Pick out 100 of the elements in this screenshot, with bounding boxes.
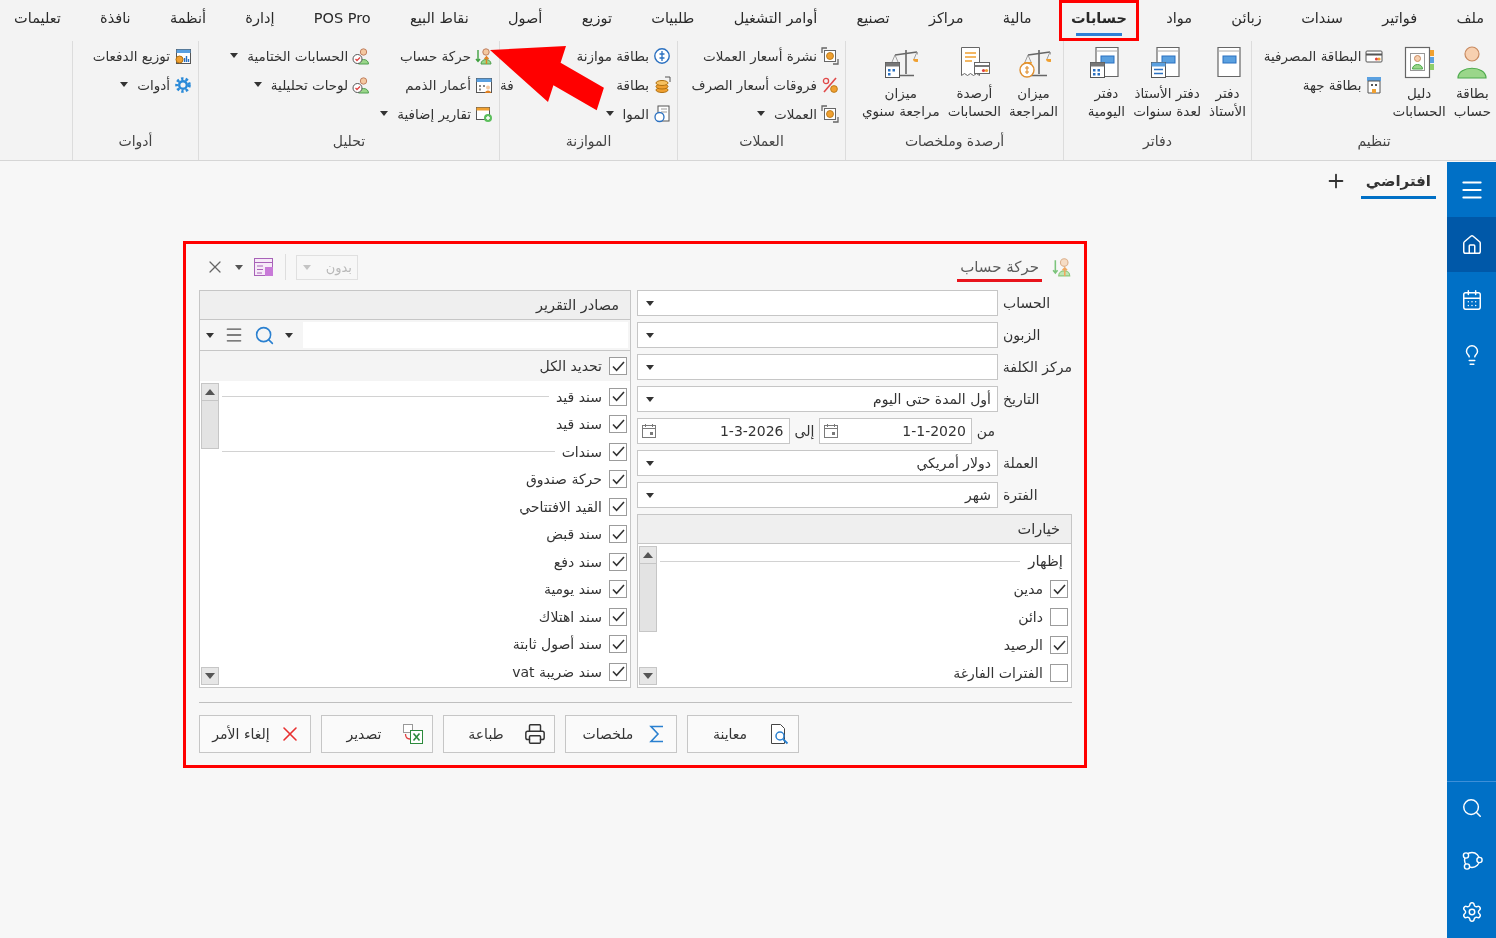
checkbox[interactable] — [609, 552, 627, 571]
ribbon-item[interactable]: فروقات أسعار الصرف — [688, 71, 842, 98]
ribbon-item[interactable]: توزيع الدفعات — [89, 42, 195, 69]
checkbox[interactable] — [1050, 664, 1068, 682]
ribbon-tab[interactable]: أنظمة — [157, 0, 219, 41]
ribbon-item[interactable]: بطاقة موازنة — [573, 42, 674, 69]
dropdown-field[interactable]: دولار أمريكي — [637, 450, 998, 476]
scrollbar[interactable] — [638, 544, 658, 687]
calendar-icon[interactable] — [641, 423, 657, 439]
gear-icon — [174, 75, 192, 94]
ribbon-tab[interactable]: سندات — [1289, 0, 1355, 41]
ribbon-tab[interactable]: نقاط البيع — [398, 0, 481, 41]
up-triangle-icon — [205, 389, 215, 395]
checkbox[interactable] — [609, 607, 627, 626]
doc-tab[interactable]: افتراضي — [1360, 163, 1436, 199]
scroll-up-button[interactable] — [201, 383, 219, 401]
text-fragment: فة — [500, 76, 514, 93]
tick-icon — [611, 556, 625, 568]
scroll-up-button[interactable] — [639, 546, 657, 564]
date-field[interactable]: 1-3-2026 — [637, 418, 790, 444]
scroll-down-button[interactable] — [201, 667, 219, 685]
calendar-icon[interactable] — [823, 423, 840, 439]
ribbon-tab[interactable]: تعليمات — [2, 0, 73, 41]
ribbon-button[interactable]: دفتر الأستاذ لعدة سنوات — [1131, 41, 1204, 130]
ribbon-item[interactable]: العملات — [754, 100, 842, 127]
checkbox[interactable] — [609, 525, 627, 544]
caret-icon[interactable] — [206, 332, 214, 338]
checkbox[interactable] — [609, 635, 627, 654]
document-icon[interactable] — [253, 256, 275, 278]
scroll-thumb[interactable] — [639, 564, 657, 632]
checkbox-label: سند يومية — [543, 581, 602, 598]
checkbox[interactable] — [609, 662, 627, 681]
ribbon-button[interactable]: دفتر اليومية — [1085, 41, 1128, 130]
ribbon-item[interactable]: الحسابات الختامية — [227, 42, 374, 69]
checkbox[interactable] — [609, 470, 627, 489]
ribbon-tab[interactable]: تصنيع — [844, 0, 902, 41]
ribbon-item[interactable]: حركة حساب — [397, 42, 496, 69]
ribbon-tab[interactable]: POS Pro — [301, 0, 383, 41]
ribbon-item[interactable]: لوحات تحليلية — [250, 71, 374, 98]
action-button[interactable]: إلغاء الأمر — [199, 715, 311, 753]
ribbon-item[interactable]: بطاقة — [613, 71, 674, 98]
ribbon-tab[interactable]: زبائن — [1219, 0, 1274, 41]
caret-icon — [646, 492, 654, 498]
checkbox[interactable] — [609, 580, 627, 599]
dropdown-field[interactable] — [637, 290, 998, 316]
ribbon-button[interactable]: ميزان المراجعة — [1007, 41, 1060, 130]
ribbon-item[interactable]: أدوات — [117, 71, 195, 98]
dropdown-field[interactable]: شهر — [637, 482, 998, 508]
checkbox[interactable] — [1050, 608, 1068, 626]
action-button[interactable]: طباعة — [443, 715, 555, 753]
checkbox[interactable] — [609, 357, 627, 375]
ribbon-tab[interactable]: مالية — [990, 0, 1044, 41]
search-icon — [1460, 797, 1483, 819]
ribbon-tab[interactable]: مراكز — [916, 0, 976, 41]
ribbon-item[interactable]: الموا — [602, 100, 674, 127]
person-check-icon — [352, 46, 371, 65]
checkbox-label: سند قيد — [555, 388, 602, 405]
ribbon-item[interactable]: تقارير إضافية — [377, 100, 496, 127]
checkbox[interactable] — [609, 442, 627, 461]
ribbon-item[interactable]: بطاقة جهة — [1299, 71, 1387, 98]
ribbon-item[interactable]: أعمار الذمم — [402, 71, 496, 98]
checkbox[interactable] — [609, 415, 627, 434]
ribbon-item[interactable]: نشرة أسعار العملات — [699, 42, 842, 69]
action-button[interactable]: تصدير — [321, 715, 433, 753]
checkbox[interactable] — [1050, 580, 1068, 598]
ribbon-tab[interactable]: طلبيات — [639, 0, 707, 41]
nav-button[interactable] — [1447, 217, 1496, 272]
group-label: الموازنة — [564, 132, 613, 152]
ribbon-button[interactable]: بطاقة حساب — [1451, 41, 1493, 130]
ribbon-button[interactable]: دفتر الأستاذ — [1207, 41, 1248, 130]
action-button[interactable]: ملخصات — [565, 715, 677, 753]
ribbon-tab[interactable]: توزيع — [569, 0, 624, 41]
scrollbar[interactable] — [200, 381, 220, 687]
calendar-icon — [1460, 288, 1483, 311]
field-label: العملة — [1002, 455, 1040, 471]
ribbon-button[interactable]: ميزان مراجعة سنوي — [859, 41, 942, 130]
ribbon-item[interactable]: البطاقة المصرفية — [1260, 42, 1387, 69]
checkbox[interactable] — [1050, 636, 1068, 654]
ribbon-tab[interactable]: فواتير — [1370, 0, 1430, 41]
ribbon-button[interactable]: أرصدة الحسابات — [945, 41, 1004, 130]
ribbon-tab[interactable]: مواد — [1154, 0, 1205, 41]
dropdown-field[interactable]: أول المدة حتى اليوم — [637, 386, 998, 412]
caret-icon[interactable] — [285, 332, 293, 338]
search-icon[interactable] — [254, 324, 275, 346]
action-button[interactable]: معاينة — [687, 715, 799, 753]
ribbon-tab[interactable]: إدارة — [233, 0, 287, 41]
ribbon-tab[interactable]: حسابات — [1058, 0, 1140, 41]
ribbon-tab[interactable]: ملف — [1444, 0, 1496, 41]
ribbon-button[interactable]: دليل الحسابات — [1390, 41, 1448, 130]
ribbon-tab[interactable]: نافذة — [88, 0, 143, 41]
checkbox[interactable] — [609, 387, 627, 406]
ribbon-tab[interactable]: أوامر التشغيل — [721, 0, 830, 41]
ribbon-tab[interactable]: أصول — [496, 0, 555, 41]
checkbox[interactable] — [609, 497, 627, 516]
caret-icon[interactable] — [235, 264, 243, 270]
date-field[interactable]: 1-1-2020 — [819, 418, 972, 444]
scroll-thumb[interactable] — [201, 401, 219, 449]
dropdown-field[interactable] — [637, 322, 998, 348]
scroll-down-button[interactable] — [639, 667, 657, 685]
dropdown-field[interactable] — [637, 354, 998, 380]
